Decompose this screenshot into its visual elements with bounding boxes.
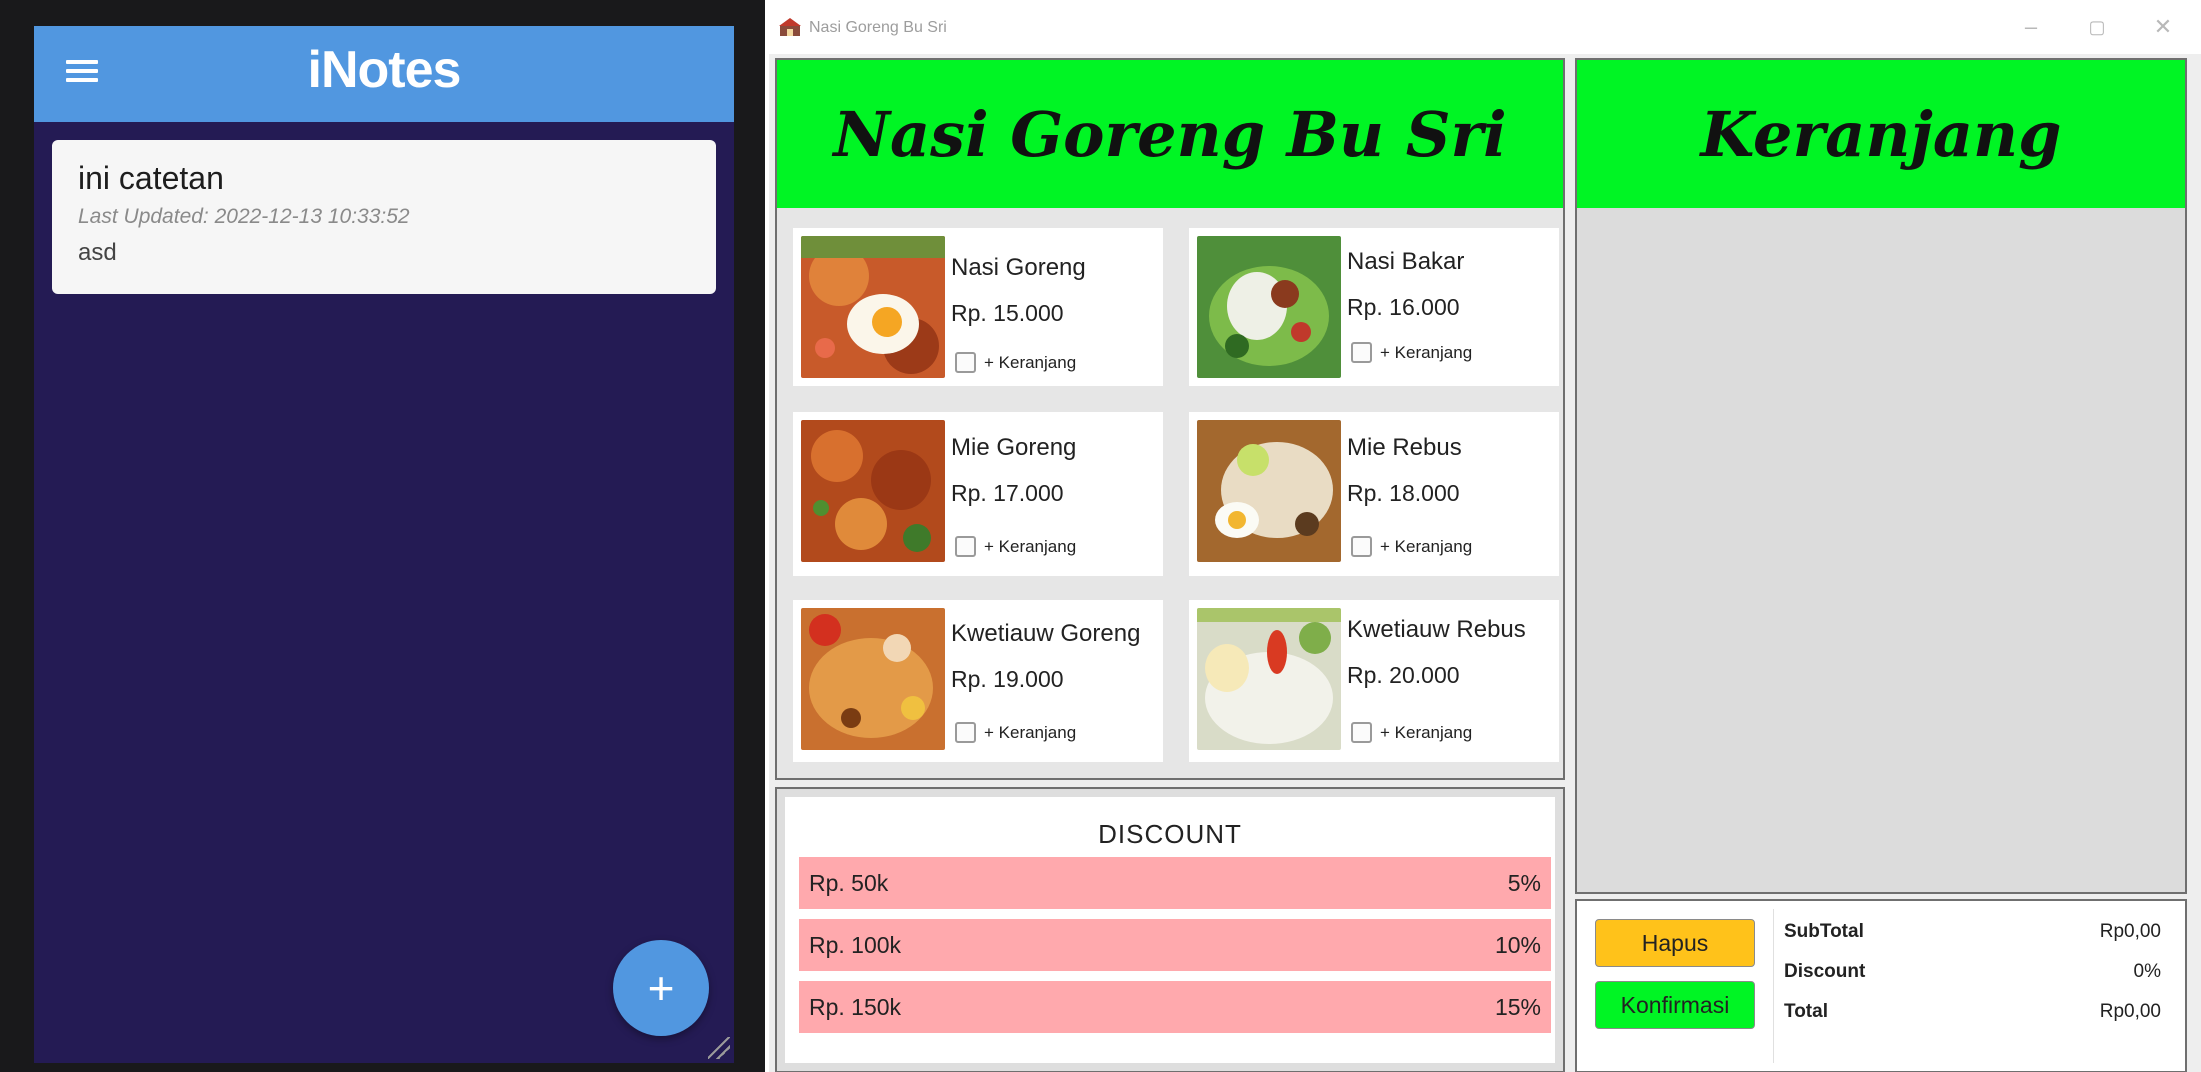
kwetiauw-rebus-image — [1197, 608, 1341, 750]
add-to-cart-label: + Keranjang — [984, 722, 1077, 742]
mie-rebus-image — [1197, 420, 1341, 562]
cart-list[interactable] — [1577, 210, 2185, 892]
discount-panel: DISCOUNT Rp. 50k 5% Rp. 100k 10% Rp. 150… — [775, 787, 1565, 1072]
item-price: Rp. 17.000 — [951, 480, 1064, 506]
item-price: Rp. 16.000 — [1347, 294, 1460, 320]
item-name: Nasi Bakar — [1347, 248, 1465, 275]
menu-item: Nasi Goreng Rp. 15.000 + Keranjang — [793, 228, 1163, 386]
item-name: Mie Rebus — [1347, 434, 1462, 461]
item-price: Rp. 19.000 — [951, 666, 1064, 692]
cart-panel: Keranjang — [1575, 58, 2187, 894]
discount-threshold: Rp. 50k — [809, 869, 889, 896]
resize-grip-icon[interactable] — [708, 1037, 730, 1059]
item-price: Rp. 20.000 — [1347, 662, 1460, 688]
add-to-cart-label: + Keranjang — [1380, 536, 1473, 556]
checkbox[interactable] — [1351, 536, 1372, 557]
summary-box: SubTotal Rp0,00 Discount 0% Total Rp0,00 — [1773, 909, 2175, 1063]
add-to-cart-label: + Keranjang — [1380, 722, 1473, 742]
add-note-button[interactable]: + — [613, 940, 709, 1036]
minimize-icon[interactable]: – — [2011, 10, 2051, 44]
app-bar: iNotes — [34, 26, 734, 122]
subtotal-value: Rp0,00 — [2099, 921, 2161, 942]
nasi-bakar-image — [1197, 236, 1341, 378]
menu-item: Kwetiauw Goreng Rp. 19.000 + Keranjang — [793, 600, 1163, 762]
add-to-cart-checkbox[interactable]: + Keranjang — [955, 722, 1076, 743]
discount-threshold: Rp. 100k — [809, 931, 902, 958]
cart-title: Keranjang — [1700, 97, 2062, 171]
discount-row: Rp. 100k 10% — [799, 919, 1551, 971]
note-body: asd — [78, 239, 117, 266]
item-price: Rp. 18.000 — [1347, 480, 1460, 506]
hapus-button[interactable]: Hapus — [1595, 919, 1755, 967]
shop-window: Nasi Goreng Bu Sri – ▢ ✕ Nasi Goreng Bu … — [765, 0, 2201, 1072]
nasi-goreng-image — [801, 236, 945, 378]
maximize-icon[interactable]: ▢ — [2077, 10, 2117, 44]
summary-panel: Hapus Konfirmasi SubTotal Rp0,00 Discoun… — [1575, 899, 2187, 1072]
menu-item: Mie Rebus Rp. 18.000 + Keranjang — [1189, 412, 1559, 576]
total-row: Total Rp0,00 — [1784, 1001, 2161, 1023]
item-name: Mie Goreng — [951, 434, 1077, 461]
menu-item: Nasi Bakar Rp. 16.000 + Keranjang — [1189, 228, 1559, 386]
menu-header: Nasi Goreng Bu Sri — [777, 60, 1563, 208]
add-to-cart-checkbox[interactable]: + Keranjang — [955, 536, 1076, 557]
kwetiauw-goreng-image — [801, 608, 945, 750]
checkbox[interactable] — [955, 722, 976, 743]
discount-percent: 10% — [1494, 931, 1541, 958]
discount-summary-row: Discount 0% — [1784, 961, 2161, 983]
item-name: Nasi Goreng — [951, 254, 1086, 281]
cart-header: Keranjang — [1577, 60, 2185, 208]
shop-title: Nasi Goreng Bu Sri — [833, 97, 1507, 171]
discount-box: DISCOUNT Rp. 50k 5% Rp. 100k 10% Rp. 150… — [785, 797, 1555, 1063]
item-name: Kwetiauw Goreng — [951, 620, 1141, 647]
add-to-cart-label: + Keranjang — [1380, 342, 1473, 362]
add-to-cart-label: + Keranjang — [984, 352, 1077, 372]
total-value: Rp0,00 — [2099, 1001, 2161, 1022]
item-price: Rp. 15.000 — [951, 300, 1064, 326]
menu-panel: Nasi Goreng Bu Sri Nasi Goreng Rp. 15.00… — [775, 58, 1565, 780]
app-icon — [779, 18, 801, 36]
close-icon[interactable]: ✕ — [2143, 10, 2183, 44]
discount-label: Discount — [1784, 961, 1866, 982]
discount-percent: 15% — [1494, 993, 1541, 1020]
item-name: Kwetiauw Rebus — [1347, 616, 1526, 643]
app-title: iNotes — [307, 41, 462, 99]
menu-item: Mie Goreng Rp. 17.000 + Keranjang — [793, 412, 1163, 576]
checkbox[interactable] — [1351, 342, 1372, 363]
discount-row: Rp. 150k 15% — [799, 981, 1551, 1033]
add-to-cart-checkbox[interactable]: + Keranjang — [1351, 722, 1472, 743]
subtotal-label: SubTotal — [1784, 921, 1864, 942]
subtotal-row: SubTotal Rp0,00 — [1784, 921, 2161, 943]
window-content: Nasi Goreng Bu Sri Nasi Goreng Rp. 15.00… — [769, 54, 2201, 1072]
discount-value: 0% — [2133, 961, 2161, 982]
discount-threshold: Rp. 150k — [809, 993, 902, 1020]
note-card[interactable]: ini catetan Last Updated: 2022-12-13 10:… — [52, 140, 716, 294]
add-to-cart-checkbox[interactable]: + Keranjang — [955, 352, 1076, 373]
add-to-cart-checkbox[interactable]: + Keranjang — [1351, 536, 1472, 557]
discount-row: Rp. 50k 5% — [799, 857, 1551, 909]
menu-item: Kwetiauw Rebus Rp. 20.000 + Keranjang — [1189, 600, 1559, 762]
checkbox[interactable] — [955, 352, 976, 373]
checkbox[interactable] — [1351, 722, 1372, 743]
discount-title: DISCOUNT — [1098, 819, 1242, 849]
total-label: Total — [1784, 1001, 1828, 1022]
mie-goreng-image — [801, 420, 945, 562]
inotes-app: iNotes ini catetan Last Updated: 2022-12… — [34, 26, 734, 1063]
discount-percent: 5% — [1507, 869, 1541, 896]
add-to-cart-checkbox[interactable]: + Keranjang — [1351, 342, 1472, 363]
note-updated: Last Updated: 2022-12-13 10:33:52 — [78, 205, 410, 228]
checkbox[interactable] — [955, 536, 976, 557]
konfirmasi-button[interactable]: Konfirmasi — [1595, 981, 1755, 1029]
window-title: Nasi Goreng Bu Sri — [809, 19, 947, 36]
note-title: ini catetan — [78, 160, 224, 196]
title-bar: Nasi Goreng Bu Sri – ▢ ✕ — [765, 0, 2201, 54]
add-to-cart-label: + Keranjang — [984, 536, 1077, 556]
